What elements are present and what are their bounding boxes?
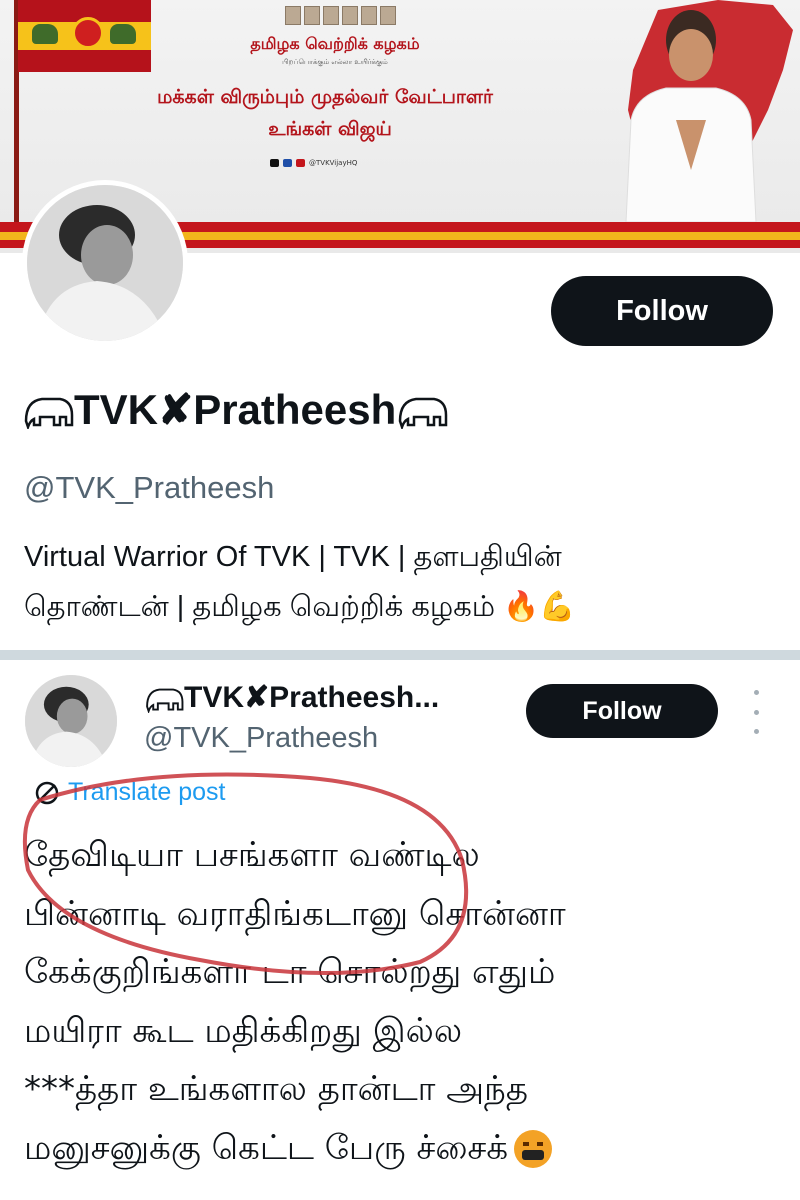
post-line: மயிரா கூட மதிக்கிறது இல்ல bbox=[24, 1010, 463, 1051]
section-divider bbox=[0, 650, 800, 660]
post-avatar[interactable] bbox=[25, 675, 117, 767]
profile-handle: @TVK_Pratheesh bbox=[24, 470, 275, 505]
banner-headline: மக்கள் விரும்பும் முதல்வர் வேட்பாளர் bbox=[157, 86, 493, 108]
cross-mark: ✘ bbox=[158, 386, 194, 433]
facebook-icon bbox=[283, 159, 292, 167]
translate-label: Translate post bbox=[68, 778, 226, 806]
post-line: ***த்தா உங்களால தான்டா அந்த bbox=[24, 1069, 528, 1109]
post-line: பின்னாடி வராதிங்கடானு சொன்னா bbox=[24, 893, 566, 934]
more-options-icon[interactable] bbox=[748, 690, 764, 734]
profile-display-name: TVK ✘ Pratheesh bbox=[22, 385, 448, 434]
avatar-photo bbox=[25, 675, 117, 767]
display-name-tail: Pratheesh... bbox=[269, 680, 440, 714]
bio-line: Virtual Warrior Of TVK | TVK | தளபதியின் bbox=[24, 541, 562, 573]
avatar-photo bbox=[27, 185, 183, 341]
post-handle: @TVK_Pratheesh bbox=[144, 722, 379, 754]
elephant-icon bbox=[110, 24, 136, 44]
x-icon bbox=[270, 159, 279, 167]
leader-portraits bbox=[285, 6, 396, 25]
banner-social-handle: @TVKVijayHQ bbox=[309, 159, 358, 167]
profile-avatar[interactable] bbox=[22, 180, 188, 346]
party-flag bbox=[18, 0, 151, 72]
display-name-tail: Pratheesh bbox=[193, 385, 397, 433]
banner-subheadline: உங்கள் விஜய் bbox=[268, 118, 392, 140]
post-line: கேக்குறிங்களா டா சொல்றது எதும் bbox=[24, 952, 556, 992]
translate-post-link[interactable]: Translate post bbox=[34, 778, 225, 807]
flag-seal bbox=[72, 17, 104, 49]
elephant-icon bbox=[32, 24, 58, 44]
translate-icon bbox=[35, 781, 59, 804]
elephant-icon bbox=[24, 397, 74, 429]
display-name-text: TVK bbox=[184, 680, 244, 714]
bio-line: தொண்டன் | தமிழக வெற்றிக் கழகம் 🔥💪 bbox=[24, 591, 576, 623]
banner-tagline: பிறப்பொக்கும் எல்லா உயிர்க்கும் bbox=[282, 58, 388, 66]
youtube-icon bbox=[296, 159, 305, 167]
elephant-icon bbox=[399, 397, 448, 429]
post-line: தேவிடியா பசங்களா வண்டில bbox=[24, 835, 480, 875]
post-follow-button[interactable]: Follow bbox=[526, 684, 718, 738]
follow-button[interactable]: Follow bbox=[551, 276, 773, 346]
banner-social-row: @TVKVijayHQ bbox=[270, 159, 357, 167]
banner-party-name: தமிழக வெற்றிக் கழகம் bbox=[250, 34, 420, 53]
post-line: மனுசனுக்கு கெட்ட பேரு ச்சைக் bbox=[24, 1127, 509, 1168]
elephant-icon bbox=[146, 688, 184, 713]
angry-face-emoji-icon bbox=[514, 1130, 553, 1168]
post-text: தேவிடியா பசங்களா வண்டில பின்னாடி வராதிங்… bbox=[24, 826, 784, 1177]
post-display-name[interactable]: TVK ✘ Pratheesh... bbox=[144, 680, 439, 715]
profile-bio: Virtual Warrior Of TVK | TVK | தளபதியின்… bbox=[24, 532, 784, 632]
cross-mark: ✘ bbox=[244, 681, 270, 714]
display-name-text: TVK bbox=[74, 385, 158, 433]
leader-photo bbox=[625, 10, 757, 222]
